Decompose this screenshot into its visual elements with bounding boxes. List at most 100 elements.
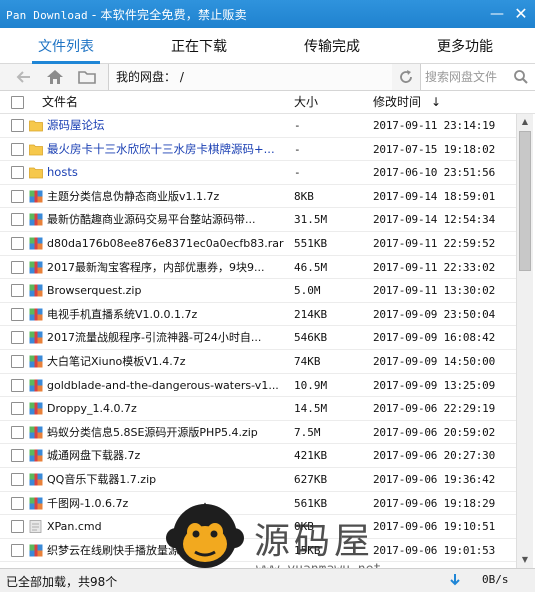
tab-file-list[interactable]: 文件列表 xyxy=(30,28,102,64)
search-icon[interactable] xyxy=(513,69,529,85)
file-name[interactable]: 最火房卡十三水欣欣十三水房卡棋牌源码+... xyxy=(47,138,290,161)
file-mtime: 2017-09-09 23:50:04 xyxy=(373,307,496,321)
archive-icon xyxy=(29,213,43,226)
scroll-down-icon[interactable]: ▼ xyxy=(517,552,533,568)
row-checkbox[interactable] xyxy=(11,520,24,534)
archive-icon xyxy=(29,190,43,203)
file-mtime: 2017-09-11 22:33:02 xyxy=(373,260,496,274)
row-checkbox[interactable] xyxy=(11,496,24,510)
file-mtime: 2017-09-09 16:08:42 xyxy=(373,331,496,345)
sort-descending-icon: ↓ xyxy=(431,95,442,109)
row-checkbox[interactable] xyxy=(11,166,24,180)
navigation-bar: 我的网盘： / xyxy=(0,64,535,91)
file-mtime: 2017-07-15 19:18:02 xyxy=(373,142,496,156)
table-row[interactable]: 电视手机直播系统V1.0.0.1.7z 214KB 2017-09-09 23:50… xyxy=(0,303,516,327)
table-row[interactable]: QQ音乐下载器1.7.zip 627KB 2017-09-06 19:36:42 xyxy=(0,468,516,492)
archive-icon xyxy=(29,331,43,344)
file-mtime: 2017-09-14 18:59:01 xyxy=(373,189,496,203)
row-checkbox[interactable] xyxy=(11,331,24,345)
table-row[interactable]: d80da176b08ee876e8371ec0a0ecfb83.rar 551K… xyxy=(0,232,516,256)
app-name: Pan Download xyxy=(6,9,88,22)
tab-completed[interactable]: 传输完成 xyxy=(296,28,368,64)
archive-icon xyxy=(29,473,43,486)
folder-up-icon[interactable] xyxy=(76,67,98,87)
file-name[interactable]: 源码屋论坛 xyxy=(47,114,290,137)
file-name: 主题分类信息伪静态商业版v1.1.7z xyxy=(47,189,220,203)
file-size: 421KB xyxy=(294,449,328,463)
row-checkbox[interactable] xyxy=(11,425,24,439)
table-row[interactable]: 主题分类信息伪静态商业版v1.1.7z 8KB 2017-09-14 18:59:0… xyxy=(0,185,516,209)
table-row[interactable]: 最新仿酷趣商业源码交易平台整站源码带... 31.5M 2017-09-14 12:… xyxy=(0,208,516,232)
file-mtime: 2017-09-06 19:36:42 xyxy=(373,473,496,486)
row-checkbox[interactable] xyxy=(11,213,24,227)
file-size: 5.0M xyxy=(294,284,321,298)
file-name: Droppy_1.4.0.7z xyxy=(47,402,137,416)
table-row[interactable]: 最火房卡十三水欣欣十三水房卡棋牌源码+... - 2017-07-15 19:18:… xyxy=(0,138,516,162)
file-name: d80da176b08ee876e8371ec0a0ecfb83.rar xyxy=(47,237,284,250)
file-size: 31.5M xyxy=(294,213,328,227)
file-mtime: 2017-06-10 23:51:56 xyxy=(373,166,496,180)
row-checkbox[interactable] xyxy=(11,307,24,321)
file-size: - xyxy=(294,142,301,156)
table-row[interactable]: 千图网-1.0.6.7z 561KB 2017-09-06 19:18:29 xyxy=(0,492,516,516)
tab-downloading[interactable]: 正在下载 xyxy=(163,28,235,64)
archive-icon xyxy=(29,544,43,557)
table-row[interactable]: hosts - 2017-06-10 23:51:56 xyxy=(0,161,516,185)
archive-icon xyxy=(29,308,43,321)
file-name: 千图网-1.0.6.7z xyxy=(47,496,129,510)
row-checkbox[interactable] xyxy=(11,402,24,416)
table-row[interactable]: 大白笔记Xiuno模板V1.4.7z 74KB 2017-09-09 14:50:0… xyxy=(0,350,516,374)
row-checkbox[interactable] xyxy=(11,119,24,132)
table-row[interactable]: Browserquest.zip 5.0M 2017-09-11 13:30:02 xyxy=(0,279,516,303)
home-icon[interactable] xyxy=(44,67,66,87)
row-checkbox[interactable] xyxy=(11,284,24,298)
file-name: XPan.cmd xyxy=(47,520,102,534)
row-checkbox[interactable] xyxy=(11,543,24,557)
file-size: 627KB xyxy=(294,473,328,486)
file-mtime: 2017-09-06 19:10:51 xyxy=(373,520,496,534)
archive-icon xyxy=(29,355,43,368)
row-checkbox[interactable] xyxy=(11,189,24,203)
file-size: 8KB xyxy=(294,189,314,203)
download-speed: 0B/s xyxy=(482,573,509,586)
table-row[interactable]: 源码屋论坛 - 2017-09-11 23:14:19 xyxy=(0,114,516,138)
file-name[interactable]: hosts xyxy=(47,161,290,184)
table-row[interactable]: 城通网盘下载器.7z 421KB 2017-09-06 20:27:30 xyxy=(0,444,516,468)
table-row[interactable]: goldblade-and-the-dangerous-waters-v1...… xyxy=(0,374,516,398)
column-header-size[interactable]: 大小 xyxy=(294,91,318,114)
column-header-name[interactable]: 文件名 xyxy=(42,91,78,114)
table-row[interactable]: XPan.cmd 0KB 2017-09-06 19:10:51 xyxy=(0,515,516,539)
row-checkbox[interactable] xyxy=(11,378,24,392)
file-name: Browserquest.zip xyxy=(47,284,142,298)
tab-more-features[interactable]: 更多功能 xyxy=(429,28,501,64)
row-checkbox[interactable] xyxy=(11,142,24,156)
close-button[interactable]: ✕ xyxy=(511,4,531,24)
row-checkbox[interactable] xyxy=(11,237,24,250)
row-checkbox[interactable] xyxy=(11,260,24,274)
row-checkbox[interactable] xyxy=(11,473,24,486)
minimize-button[interactable]: — xyxy=(487,4,507,24)
table-row[interactable]: 2017最新淘宝客程序，内部优惠券，9块9... 46.5M 2017-09-11 … xyxy=(0,256,516,280)
archive-icon xyxy=(29,379,43,392)
file-mtime: 2017-09-06 22:29:19 xyxy=(373,402,496,416)
table-row[interactable]: 织梦云在线刷快手播放量源码.zip 15KB 2017-09-06 19:01:53 xyxy=(0,539,516,563)
file-size: 7.5M xyxy=(294,425,321,439)
file-size: - xyxy=(294,166,301,180)
file-size: 15KB xyxy=(294,543,321,557)
table-row[interactable]: Droppy_1.4.0.7z 14.5M 2017-09-06 22:29:19 xyxy=(0,397,516,421)
select-all-checkbox[interactable] xyxy=(11,96,24,109)
table-row[interactable]: 蚂蚁分类信息5.8SE源码开源版PHP5.4.zip 7.5M 2017-09-06… xyxy=(0,421,516,445)
archive-icon xyxy=(29,449,43,462)
back-arrow-icon[interactable] xyxy=(13,67,35,87)
vertical-scrollbar[interactable]: ▲ ▼ xyxy=(516,114,533,568)
file-size: 14.5M xyxy=(294,402,328,416)
row-checkbox[interactable] xyxy=(11,355,24,368)
scrollbar-thumb[interactable] xyxy=(519,131,531,271)
row-checkbox[interactable] xyxy=(11,449,24,463)
refresh-icon[interactable] xyxy=(395,67,417,87)
table-row[interactable]: 2017流量战舰程序-引流神器-可24小时自... 546KB 2017-09-09… xyxy=(0,326,516,350)
archive-icon xyxy=(29,284,43,297)
column-header-mtime[interactable]: 修改时间 ↓ xyxy=(373,91,441,114)
search-input[interactable] xyxy=(425,68,511,86)
scroll-up-icon[interactable]: ▲ xyxy=(517,114,533,130)
